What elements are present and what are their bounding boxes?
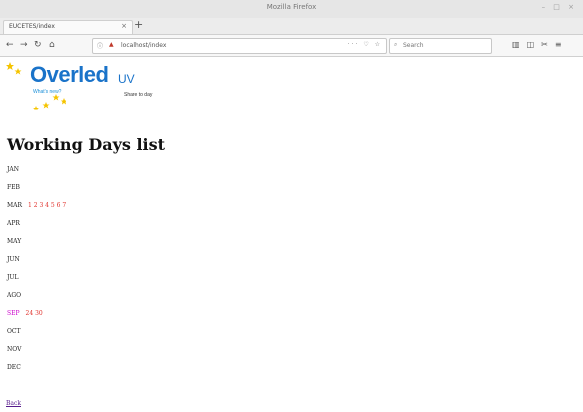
- home-icon[interactable]: ⌂: [49, 40, 55, 50]
- month-name: APR: [7, 220, 20, 227]
- lock-icon: ▲: [109, 41, 114, 48]
- list-item: MAR 1 2 3 4 5 6 7: [7, 201, 307, 219]
- tab-strip: EUCETES/index × +: [0, 18, 583, 35]
- window-controls[interactable]: – □ ×: [542, 3, 577, 11]
- forward-arrow-icon[interactable]: →: [20, 40, 28, 50]
- list-item: JUN: [7, 255, 307, 273]
- library-icon[interactable]: ▥: [512, 40, 520, 49]
- url-actions-icon[interactable]: ··· ♡ ☆: [348, 41, 382, 48]
- list-item: OCT: [7, 327, 307, 345]
- logo-tagline: What's new?: [33, 89, 62, 95]
- window-title: Mozilla Firefox: [266, 3, 317, 11]
- list-item: MAY: [7, 237, 307, 255]
- list-item-current-month: SEP 24 30: [7, 309, 307, 327]
- month-list: JAN FEB MAR 1 2 3 4 5 6 7 APR MAY JUN JUL…: [7, 165, 307, 381]
- back-arrow-icon[interactable]: ←: [6, 40, 14, 50]
- new-tab-icon[interactable]: +: [134, 18, 143, 31]
- month-name: SEP: [7, 310, 20, 317]
- month-name: OCT: [7, 328, 21, 335]
- tab-close-icon[interactable]: ×: [121, 22, 127, 30]
- page-title: Working Days list: [7, 135, 165, 154]
- month-name: FEB: [7, 184, 20, 191]
- list-item: APR: [7, 219, 307, 237]
- logo-tagline-secondary: Share to day: [124, 92, 153, 98]
- month-name: DEC: [7, 364, 21, 371]
- month-name: JUL: [7, 274, 19, 281]
- search-icon: ⌕: [394, 41, 398, 48]
- month-name: MAR: [7, 202, 22, 209]
- tab-active[interactable]: EUCETES/index ×: [3, 20, 133, 34]
- working-days: 24 30: [25, 310, 43, 317]
- toolbar-icons: ▥ ◫ ✂ ≡: [512, 40, 569, 49]
- logo-name: Overled: [30, 62, 109, 87]
- menu-icon[interactable]: ≡: [555, 40, 562, 49]
- back-link[interactable]: Back: [6, 400, 21, 407]
- list-item: JUL: [7, 273, 307, 291]
- list-item: NOV: [7, 345, 307, 363]
- url-bar[interactable]: ⓘ ▲ localhost/index ··· ♡ ☆: [92, 38, 387, 54]
- nav-bar: ← → ↻ ⌂ ⓘ ▲ localhost/index ··· ♡ ☆ ⌕ ▥ ◫…: [0, 35, 583, 57]
- search-bar[interactable]: ⌕: [389, 38, 492, 54]
- screenshot-icon[interactable]: ✂: [541, 40, 548, 49]
- tab-label: EUCETES/index: [9, 23, 55, 30]
- window-titlebar: Mozilla Firefox – □ ×: [0, 0, 583, 19]
- site-logo[interactable]: Overled UV What's new? Share to day: [6, 60, 176, 110]
- logo-suffix: UV: [118, 72, 135, 86]
- month-name: JUN: [7, 256, 20, 263]
- month-name: MAY: [7, 238, 22, 245]
- month-name: JAN: [7, 166, 19, 173]
- info-icon[interactable]: ⓘ: [97, 41, 103, 50]
- month-name: AGO: [7, 292, 22, 299]
- search-input[interactable]: [403, 41, 487, 50]
- reload-icon[interactable]: ↻: [34, 40, 42, 50]
- list-item: FEB: [7, 183, 307, 201]
- list-item: AGO: [7, 291, 307, 309]
- month-name: NOV: [7, 346, 22, 353]
- list-item: DEC: [7, 363, 307, 381]
- url-text[interactable]: localhost/index: [121, 42, 166, 49]
- list-item: JAN: [7, 165, 307, 183]
- sidebar-icon[interactable]: ◫: [527, 40, 535, 49]
- working-days: 1 2 3 4 5 6 7: [28, 202, 67, 209]
